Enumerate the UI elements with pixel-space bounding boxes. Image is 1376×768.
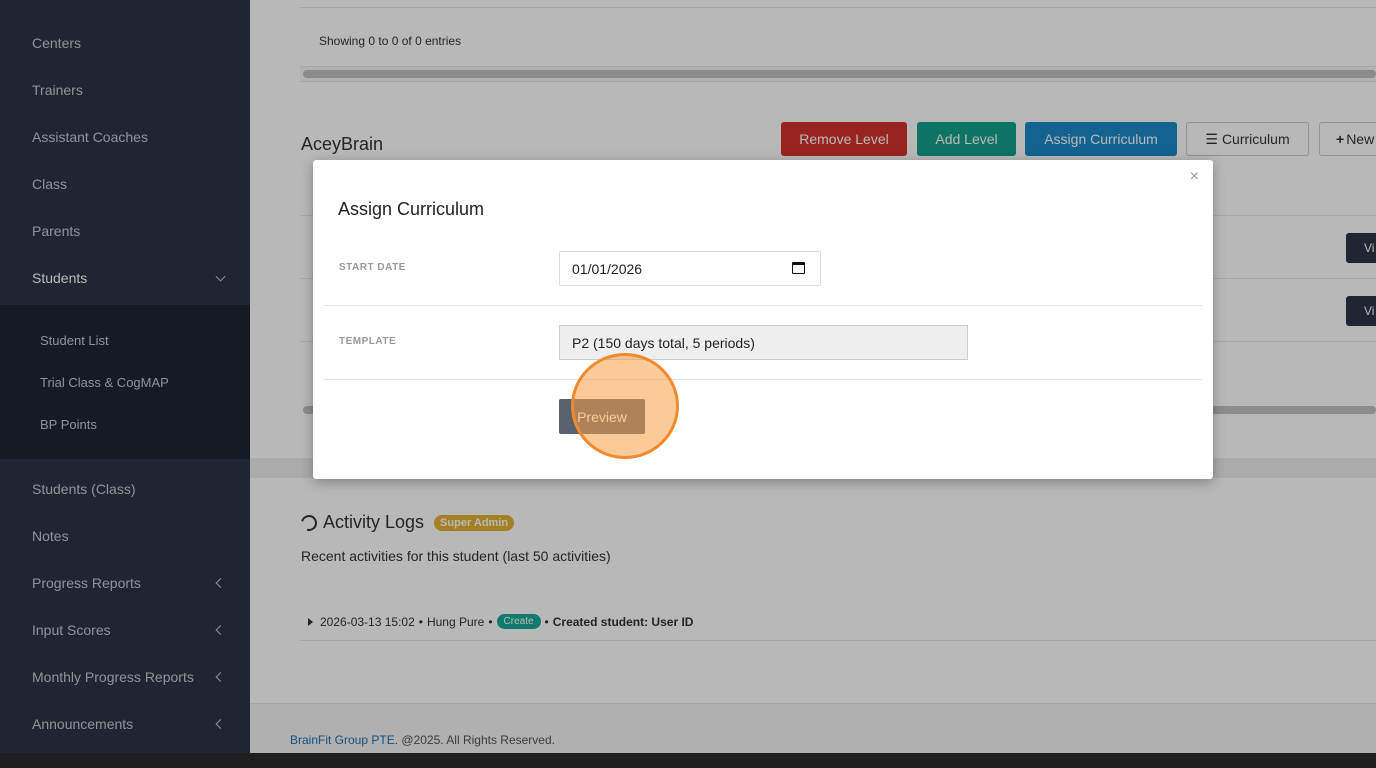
divider — [324, 305, 1202, 306]
click-indicator — [571, 353, 679, 459]
divider — [324, 379, 1202, 380]
start-date-label: START DATE — [339, 262, 406, 273]
start-date-value: 01/01/2026 — [572, 260, 643, 277]
modal-title: Assign Curriculum — [338, 199, 485, 219]
template-label: TEMPLATE — [339, 336, 397, 347]
close-icon[interactable]: × — [1190, 168, 1199, 186]
calendar-icon[interactable] — [792, 262, 805, 274]
assign-curriculum-modal: × Assign Curriculum START DATE 01/01/202… — [313, 160, 1213, 479]
template-value: P2 (150 days total, 5 periods) — [572, 334, 755, 351]
start-date-input[interactable]: 01/01/2026 — [559, 251, 821, 286]
